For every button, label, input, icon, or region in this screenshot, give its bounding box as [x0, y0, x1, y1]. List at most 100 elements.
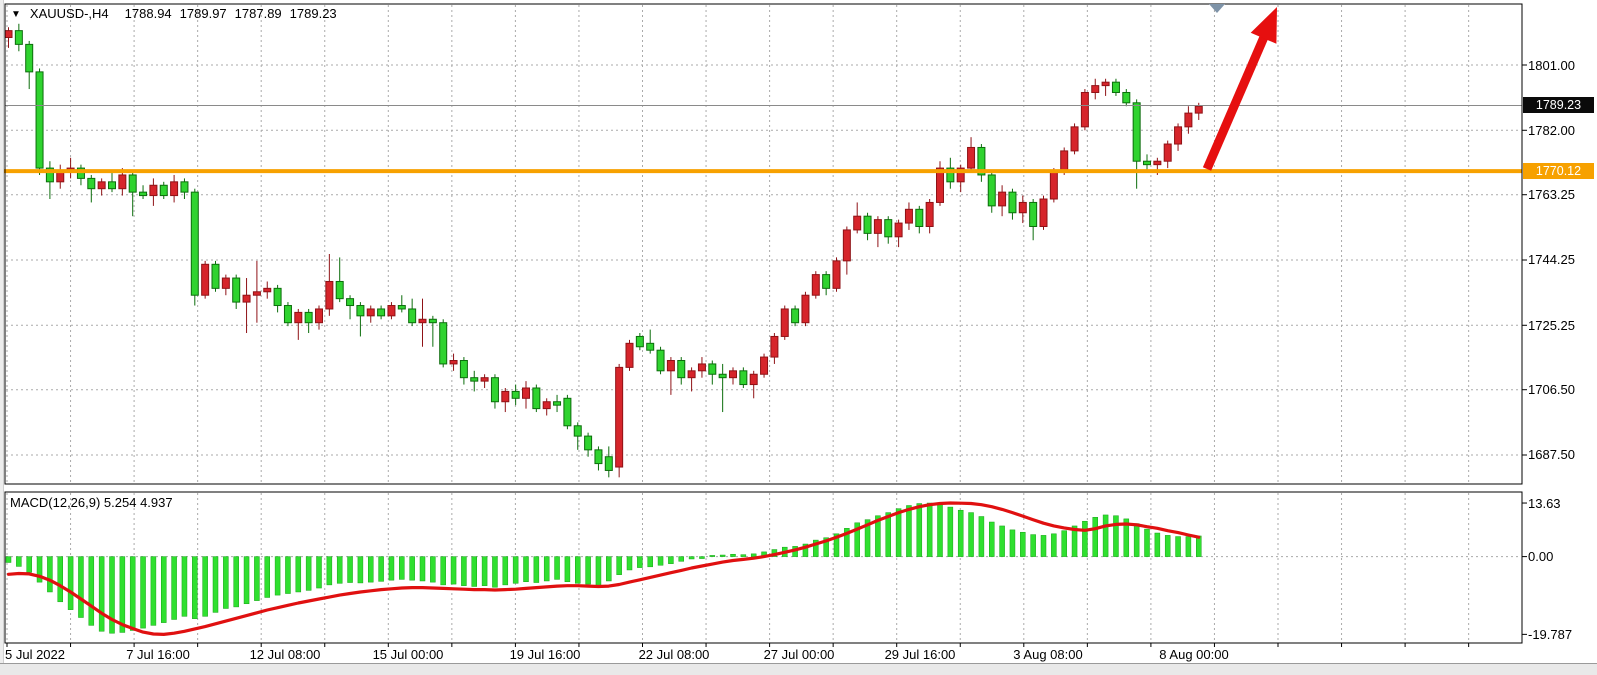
candle [347, 299, 354, 306]
candle [843, 230, 850, 261]
date-tick-label: 7 Jul 16:00 [126, 647, 190, 662]
price-tick-label: 1687.50 [1528, 447, 1594, 462]
candle [222, 278, 229, 288]
candle [491, 378, 498, 402]
candle [171, 182, 178, 196]
date-tick-label: 19 Jul 16:00 [510, 647, 581, 662]
macd-bar [389, 557, 394, 581]
candle [564, 398, 571, 425]
macd-bar [192, 557, 197, 619]
symbol-timeframe-label: XAUUSD-,H4 [30, 6, 109, 21]
candle [1040, 199, 1047, 226]
macd-bar [234, 557, 239, 607]
candle [119, 175, 126, 189]
candle [129, 175, 136, 192]
macd-bar [368, 557, 373, 583]
candle [595, 450, 602, 464]
macd-bar [1134, 524, 1139, 557]
candle [398, 306, 405, 309]
macd-bar [482, 557, 487, 586]
candle [1144, 161, 1151, 164]
macd-bar [513, 557, 518, 584]
macd-bar [596, 557, 601, 586]
candle [378, 309, 385, 316]
current-price-tag: 1789.23 [1523, 97, 1594, 113]
ohlc-close: 1789.23 [290, 6, 337, 21]
price-tick-label: 1744.25 [1528, 252, 1594, 267]
candle [471, 378, 478, 381]
macd-bar [317, 557, 322, 588]
macd-bar [1062, 531, 1067, 557]
macd-bar [161, 557, 166, 623]
date-tick-label: 8 Aug 00:00 [1159, 647, 1228, 662]
candle [574, 426, 581, 436]
macd-bar [441, 557, 446, 585]
candle [926, 202, 933, 226]
candle [905, 209, 912, 223]
candle [874, 220, 881, 234]
macd-bar [1103, 515, 1108, 557]
macd-bar [617, 557, 622, 575]
candle [191, 192, 198, 295]
candle [730, 371, 737, 378]
candle [367, 309, 374, 316]
macd-bar [524, 557, 529, 582]
macd-bar [606, 557, 611, 581]
ohlc-high: 1789.97 [180, 6, 227, 21]
price-tick-label: 1763.25 [1528, 187, 1594, 202]
candle [429, 319, 436, 322]
macd-bar [720, 555, 725, 557]
macd-bar [172, 557, 177, 620]
chart-canvas[interactable] [0, 0, 1597, 675]
macd-bar [979, 517, 984, 557]
candle [1092, 86, 1099, 93]
candle [316, 309, 323, 323]
macd-bar [89, 557, 94, 626]
macd-bar [575, 557, 580, 584]
macd-bar [658, 557, 663, 566]
macd-bar [472, 557, 477, 587]
macd-bar [430, 557, 435, 583]
macd-bar [130, 557, 135, 631]
macd-bar [451, 557, 456, 585]
macd-bar [731, 554, 736, 556]
candle [1175, 127, 1182, 144]
candle [647, 343, 654, 350]
macd-bar [989, 522, 994, 557]
candle [1050, 172, 1057, 199]
macd-bar [327, 557, 332, 585]
candle [1071, 127, 1078, 151]
chart-header: ▼XAUUSD-,H41788.941789.971787.891789.23 [11, 6, 345, 21]
main-pane-bg[interactable] [5, 4, 1522, 484]
macd-tick-label: 13.63 [1528, 496, 1594, 511]
macd-bar [337, 557, 342, 584]
candle [833, 261, 840, 288]
macd-bar [627, 557, 632, 570]
candle [264, 288, 271, 291]
macd-bar [58, 557, 63, 602]
candle [709, 364, 716, 374]
macd-bar [917, 504, 922, 557]
candle [140, 192, 147, 195]
macd-bar [938, 504, 943, 557]
candle [937, 168, 944, 202]
candle [667, 361, 674, 371]
candle [460, 361, 467, 378]
candle [1112, 82, 1119, 92]
candle [243, 295, 250, 302]
macd-bar [1010, 530, 1015, 557]
macd-bar [296, 557, 301, 592]
candle [885, 220, 892, 237]
date-tick-label: 22 Jul 08:00 [639, 647, 710, 662]
macd-bar [47, 557, 52, 592]
ohlc-low: 1787.89 [235, 6, 282, 21]
candle [523, 388, 530, 398]
symbol-dropdown-icon[interactable]: ▼ [11, 9, 21, 20]
candle [284, 306, 291, 323]
candle [88, 178, 95, 188]
candle [109, 182, 116, 189]
macd-bar [1000, 526, 1005, 557]
macd-bar [1155, 533, 1160, 557]
candle [533, 388, 540, 409]
candle [274, 288, 281, 305]
